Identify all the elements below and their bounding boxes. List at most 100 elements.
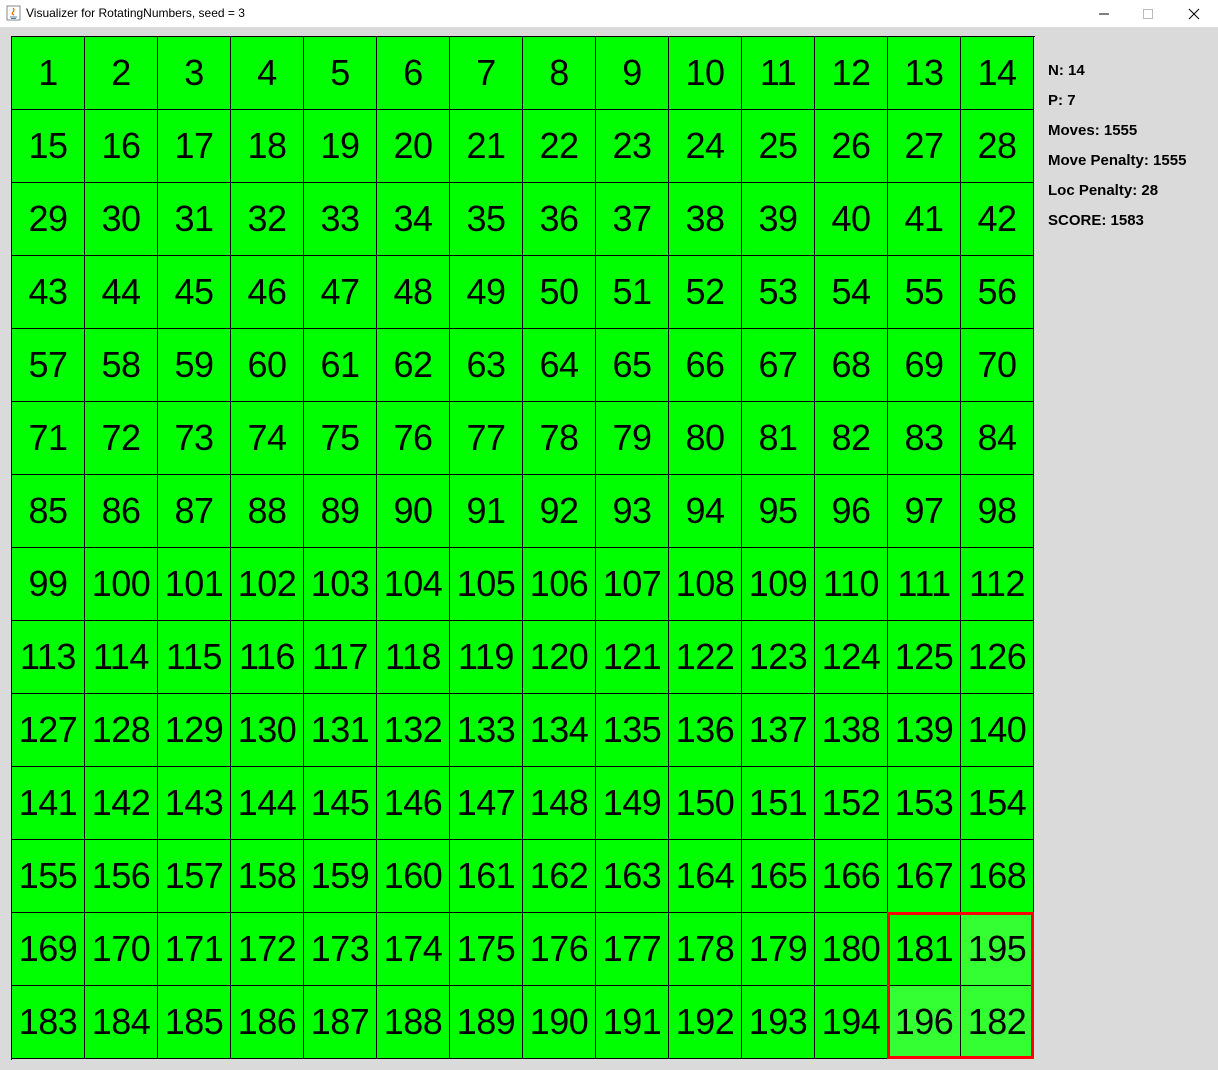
grid-cell[interactable]: 133 — [450, 694, 523, 767]
grid-cell[interactable]: 17 — [158, 110, 231, 183]
minimize-button[interactable] — [1081, 0, 1127, 27]
grid-cell[interactable]: 123 — [742, 621, 815, 694]
grid-cell[interactable]: 153 — [888, 767, 961, 840]
grid-cell[interactable]: 51 — [596, 256, 669, 329]
grid-cell[interactable]: 192 — [669, 986, 742, 1059]
grid-cell[interactable]: 53 — [742, 256, 815, 329]
grid-cell[interactable]: 52 — [669, 256, 742, 329]
grid-cell[interactable]: 125 — [888, 621, 961, 694]
grid-cell[interactable]: 145 — [304, 767, 377, 840]
grid-cell[interactable]: 195 — [961, 913, 1034, 986]
grid-cell[interactable]: 15 — [12, 110, 85, 183]
grid-cell[interactable]: 46 — [231, 256, 304, 329]
grid-cell[interactable]: 180 — [815, 913, 888, 986]
grid-cell[interactable]: 11 — [742, 37, 815, 110]
grid-cell[interactable]: 101 — [158, 548, 231, 621]
grid-cell[interactable]: 36 — [523, 183, 596, 256]
grid-cell[interactable]: 56 — [961, 256, 1034, 329]
grid-cell[interactable]: 132 — [377, 694, 450, 767]
grid-cell[interactable]: 1 — [12, 37, 85, 110]
grid-cell[interactable]: 42 — [961, 183, 1034, 256]
grid-cell[interactable]: 74 — [231, 402, 304, 475]
grid-cell[interactable]: 139 — [888, 694, 961, 767]
number-grid[interactable]: 1 2 3 4 5 6 7 8 9 10 11 12 13 14 15 16 17 18 19 20 21 22 23 24 2… — [11, 36, 1035, 1060]
grid-cell[interactable]: 79 — [596, 402, 669, 475]
grid-cell[interactable]: 191 — [596, 986, 669, 1059]
grid-cell[interactable]: 103 — [304, 548, 377, 621]
grid-cell[interactable]: 55 — [888, 256, 961, 329]
grid-cell[interactable]: 126 — [961, 621, 1034, 694]
grid-cell[interactable]: 27 — [888, 110, 961, 183]
grid-cell[interactable]: 33 — [304, 183, 377, 256]
grid-cell[interactable]: 115 — [158, 621, 231, 694]
grid-cell[interactable]: 45 — [158, 256, 231, 329]
grid-cell[interactable]: 119 — [450, 621, 523, 694]
grid-cell[interactable]: 97 — [888, 475, 961, 548]
grid-cell[interactable]: 176 — [523, 913, 596, 986]
grid-cell[interactable]: 167 — [888, 840, 961, 913]
close-button[interactable] — [1171, 0, 1217, 27]
grid-cell[interactable]: 187 — [304, 986, 377, 1059]
grid-cell[interactable]: 47 — [304, 256, 377, 329]
grid-cell[interactable]: 57 — [12, 329, 85, 402]
grid-cell[interactable]: 63 — [450, 329, 523, 402]
grid-cell[interactable]: 188 — [377, 986, 450, 1059]
grid-cell[interactable]: 146 — [377, 767, 450, 840]
grid-cell[interactable]: 40 — [815, 183, 888, 256]
grid-cell[interactable]: 190 — [523, 986, 596, 1059]
grid-cell[interactable]: 106 — [523, 548, 596, 621]
grid-cell[interactable]: 171 — [158, 913, 231, 986]
grid-cell[interactable]: 50 — [523, 256, 596, 329]
grid-cell[interactable]: 162 — [523, 840, 596, 913]
grid-cell[interactable]: 196 — [888, 986, 961, 1059]
grid-cell[interactable]: 184 — [85, 986, 158, 1059]
grid-cell[interactable]: 96 — [815, 475, 888, 548]
grid-cell[interactable]: 88 — [231, 475, 304, 548]
grid-cell[interactable]: 18 — [231, 110, 304, 183]
grid-cell[interactable]: 70 — [961, 329, 1034, 402]
grid-cell[interactable]: 100 — [85, 548, 158, 621]
grid-cell[interactable]: 69 — [888, 329, 961, 402]
grid-cell[interactable]: 34 — [377, 183, 450, 256]
grid-cell[interactable]: 62 — [377, 329, 450, 402]
grid-cell[interactable]: 24 — [669, 110, 742, 183]
grid-cell[interactable]: 31 — [158, 183, 231, 256]
grid-cell[interactable]: 65 — [596, 329, 669, 402]
grid-cell[interactable]: 175 — [450, 913, 523, 986]
grid-cell[interactable]: 83 — [888, 402, 961, 475]
grid-cell[interactable]: 71 — [12, 402, 85, 475]
grid-cell[interactable]: 61 — [304, 329, 377, 402]
grid-cell[interactable]: 165 — [742, 840, 815, 913]
grid-cell[interactable]: 163 — [596, 840, 669, 913]
grid-cell[interactable]: 23 — [596, 110, 669, 183]
grid-cell[interactable]: 169 — [12, 913, 85, 986]
grid-cell[interactable]: 174 — [377, 913, 450, 986]
grid-cell[interactable]: 38 — [669, 183, 742, 256]
grid-cell[interactable]: 72 — [85, 402, 158, 475]
grid-cell[interactable]: 179 — [742, 913, 815, 986]
grid-cell[interactable]: 59 — [158, 329, 231, 402]
grid-cell[interactable]: 104 — [377, 548, 450, 621]
grid-cell[interactable]: 77 — [450, 402, 523, 475]
grid-cell[interactable]: 144 — [231, 767, 304, 840]
java-icon[interactable] — [6, 5, 21, 21]
grid-cell[interactable]: 124 — [815, 621, 888, 694]
grid-cell[interactable]: 128 — [85, 694, 158, 767]
grid-cell[interactable]: 32 — [231, 183, 304, 256]
grid-cell[interactable]: 177 — [596, 913, 669, 986]
grid-cell[interactable]: 99 — [12, 548, 85, 621]
grid-cell[interactable]: 149 — [596, 767, 669, 840]
grid-cell[interactable]: 5 — [304, 37, 377, 110]
grid-cell[interactable]: 25 — [742, 110, 815, 183]
grid-cell[interactable]: 9 — [596, 37, 669, 110]
grid-cell[interactable]: 58 — [85, 329, 158, 402]
grid-cell[interactable]: 86 — [85, 475, 158, 548]
grid-cell[interactable]: 6 — [377, 37, 450, 110]
grid-cell[interactable]: 39 — [742, 183, 815, 256]
grid-cell[interactable]: 75 — [304, 402, 377, 475]
grid-cell[interactable]: 129 — [158, 694, 231, 767]
grid-cell[interactable]: 140 — [961, 694, 1034, 767]
grid-cell[interactable]: 130 — [231, 694, 304, 767]
grid-cell[interactable]: 7 — [450, 37, 523, 110]
grid-cell[interactable]: 178 — [669, 913, 742, 986]
